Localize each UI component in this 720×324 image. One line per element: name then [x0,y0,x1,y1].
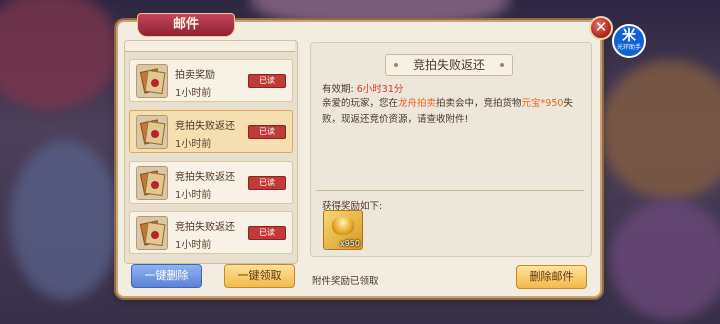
validity-value: 6小时31分 [356,84,404,95]
reward-quantity: x950 [339,239,360,248]
mail-body-text: 亲爱的玩家，您在龙舟拍卖拍卖会中，竞拍货物元宝*950失败，现返还竞价资源，请查… [322,96,584,128]
panel-title: 邮件 [137,13,235,37]
read-status-badge: 已读 [248,226,286,240]
delete-mail-button[interactable]: 删除邮件 [516,265,587,289]
list-item-partial [125,41,295,52]
reward-item-yuanbao[interactable]: x950 [323,210,363,250]
claim-all-button[interactable]: 一键领取 [224,264,295,288]
body-highlight-event: 龙舟拍卖 [398,98,437,109]
mail-item[interactable]: 拍卖奖励 1小时前 已读 [129,59,293,102]
attachment-claimed-note: 附件奖励已领取 [312,276,379,287]
mail-envelope-icon [136,64,168,98]
close-button[interactable]: ✕ [589,16,613,40]
mail-item[interactable]: 竞拍失败返还 1小时前 已读 [129,161,293,204]
body-highlight-item: 元宝*950 [521,98,564,109]
validity-label: 有效期: [322,84,354,95]
delete-all-button[interactable]: 一键删除 [131,264,202,288]
read-status-badge: 已读 [248,74,286,88]
decor-dot [394,63,398,67]
mail-title: 拍卖奖励 [175,70,215,81]
mail-time: 1小时前 [175,139,212,150]
assistant-float-button[interactable]: 米 光环助手 [612,24,646,58]
mail-envelope-icon [136,115,168,149]
mail-title: 竞拍失败返还 [175,172,235,183]
read-status-badge: 已读 [248,176,286,190]
mail-detail-title: 竞拍失败返还 [385,54,513,76]
validity-row: 有效期: 6小时31分 [322,81,403,95]
mail-time: 1小时前 [175,88,212,99]
mail-title: 竞拍失败返还 [175,222,235,233]
mail-list[interactable]: 拍卖奖励 1小时前 已读 竞拍失败返还 1小时前 已读 竞拍失败返还 1小时前 … [124,40,298,264]
mail-envelope-icon [136,166,168,200]
assistant-label: 光环助手 [616,44,641,51]
body-text-part: 拍卖会中，竞拍货物 [436,98,522,109]
mail-detail-title-text: 竞拍失败返还 [412,58,485,72]
mail-time: 1小时前 [175,240,212,251]
decor-dot [500,63,504,67]
mail-envelope-icon [136,216,168,250]
divider [316,190,584,191]
mail-item-selected[interactable]: 竞拍失败返还 1小时前 已读 [129,110,293,153]
read-status-badge: 已读 [248,125,286,139]
assistant-icon: 米 [622,28,636,44]
mail-time: 1小时前 [175,190,212,201]
mail-title: 竞拍失败返还 [175,121,235,132]
mail-item[interactable]: 竞拍失败返还 1小时前 已读 [129,211,293,254]
gold-ingot-icon [332,217,354,235]
body-text-part: 亲爱的玩家，您在 [322,98,399,109]
